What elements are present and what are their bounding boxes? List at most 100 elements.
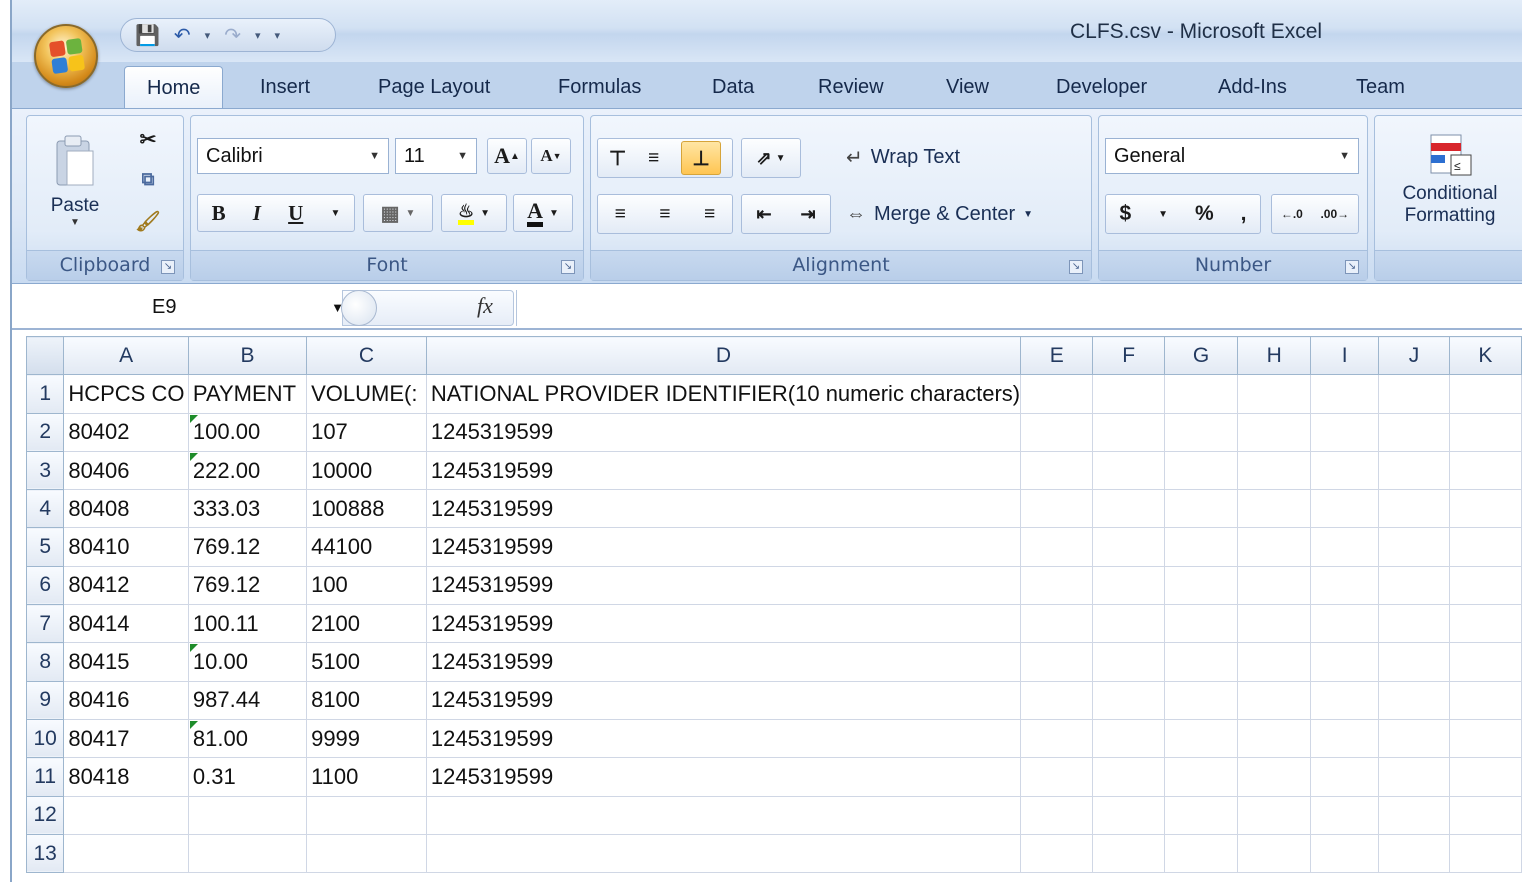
cell-g8[interactable] xyxy=(1163,642,1239,682)
cell-h6[interactable] xyxy=(1237,565,1312,606)
cell-b9[interactable]: 987.44 xyxy=(187,680,308,720)
cell-i13[interactable] xyxy=(1310,833,1380,874)
cell-h10[interactable] xyxy=(1237,718,1312,759)
formula-bar-resize-handle[interactable] xyxy=(341,290,377,326)
cell-e10[interactable] xyxy=(1020,718,1094,759)
cell-k2[interactable] xyxy=(1448,412,1522,452)
align-left-icon[interactable]: ≡ xyxy=(615,203,626,226)
cell-e3[interactable] xyxy=(1020,450,1094,491)
decrease-decimal-icon[interactable]: .00→ xyxy=(1320,207,1349,221)
cell-e4[interactable] xyxy=(1020,489,1094,529)
cell-d7[interactable]: 1245319599 xyxy=(425,604,1022,644)
cell-c9[interactable]: 8100 xyxy=(306,680,427,720)
cell-k9[interactable] xyxy=(1448,680,1522,720)
tab-data[interactable]: Data xyxy=(712,76,754,99)
cell-i10[interactable] xyxy=(1310,718,1380,759)
cell-e6[interactable] xyxy=(1020,565,1094,606)
save-icon[interactable]: 💾 xyxy=(135,25,160,45)
cell-k12[interactable] xyxy=(1448,795,1522,835)
comma-button[interactable]: , xyxy=(1241,202,1247,226)
cell-g11[interactable] xyxy=(1163,757,1239,797)
cell-i4[interactable] xyxy=(1310,489,1380,529)
cell-h3[interactable] xyxy=(1237,450,1312,491)
cell-f1[interactable] xyxy=(1092,374,1165,414)
merge-center-button[interactable]: ⇔ Merge & Center ▼ xyxy=(845,194,1085,234)
cell-f5[interactable] xyxy=(1092,527,1165,567)
cell-f7[interactable] xyxy=(1092,604,1165,644)
column-header-e[interactable]: E xyxy=(1020,335,1094,376)
cell-c12[interactable] xyxy=(306,795,427,835)
cell-i7[interactable] xyxy=(1310,604,1380,644)
cell-j8[interactable] xyxy=(1378,642,1450,682)
cell-c8[interactable]: 5100 xyxy=(306,642,427,682)
cell-i2[interactable] xyxy=(1310,412,1380,452)
cell-f13[interactable] xyxy=(1092,833,1165,874)
column-header-g[interactable]: G xyxy=(1163,335,1239,376)
cell-b8[interactable]: 10.00 xyxy=(187,642,308,682)
cell-k11[interactable] xyxy=(1448,757,1522,797)
cell-a4[interactable]: 80408 xyxy=(63,489,189,529)
cell-j3[interactable] xyxy=(1378,450,1450,491)
cell-i8[interactable] xyxy=(1310,642,1380,682)
row-header[interactable]: 8 xyxy=(25,642,65,682)
tab-review[interactable]: Review xyxy=(818,76,884,99)
cell-b2[interactable]: 100.00 xyxy=(187,412,308,452)
row-header[interactable]: 11 xyxy=(25,757,65,797)
format-painter-icon[interactable]: 🖌 xyxy=(131,204,165,238)
cell-e12[interactable] xyxy=(1020,795,1094,835)
cell-e1[interactable] xyxy=(1020,374,1094,414)
cell-b11[interactable]: 0.31 xyxy=(187,757,308,797)
increase-decimal-icon[interactable]: ←.0 xyxy=(1281,207,1303,221)
cell-b13[interactable] xyxy=(187,833,308,874)
font-name-combo[interactable]: Calibri ▼ xyxy=(197,138,389,174)
decrease-indent-icon[interactable]: ⇤ xyxy=(756,204,771,225)
tab-home[interactable]: Home xyxy=(124,66,224,112)
cell-i5[interactable] xyxy=(1310,527,1380,567)
cell-k10[interactable] xyxy=(1448,718,1522,759)
cell-c11[interactable]: 1100 xyxy=(306,757,427,797)
undo-icon[interactable]: ↶ xyxy=(174,25,191,45)
cell-i6[interactable] xyxy=(1310,565,1380,606)
font-name-dropdown-icon[interactable]: ▼ xyxy=(369,150,380,162)
cell-c13[interactable] xyxy=(306,833,427,874)
bold-button[interactable]: B xyxy=(212,201,226,226)
cell-g3[interactable] xyxy=(1163,450,1239,491)
merge-dropdown-icon[interactable]: ▼ xyxy=(1023,209,1033,220)
underline-button[interactable]: U xyxy=(288,201,303,226)
cell-e7[interactable] xyxy=(1020,604,1094,644)
cell-g6[interactable] xyxy=(1163,565,1239,606)
cell-d5[interactable]: 1245319599 xyxy=(425,527,1022,567)
paste-button[interactable]: Paste ▼ xyxy=(35,122,115,238)
row-header[interactable]: 7 xyxy=(25,604,65,644)
cell-h4[interactable] xyxy=(1237,489,1312,529)
middle-align-icon[interactable]: ≡ xyxy=(648,147,659,170)
select-all-button[interactable] xyxy=(25,335,65,376)
row-header[interactable]: 10 xyxy=(25,718,65,759)
redo-dropdown-icon[interactable]: ▾ xyxy=(255,29,261,42)
number-launcher-icon[interactable]: ↘ xyxy=(1345,260,1359,274)
underline-dropdown-icon[interactable]: ▼ xyxy=(330,208,340,219)
cell-f8[interactable] xyxy=(1092,642,1165,682)
cell-d9[interactable]: 1245319599 xyxy=(425,680,1022,720)
cell-k6[interactable] xyxy=(1448,565,1522,606)
borders-button[interactable]: ▦ ▼ xyxy=(363,194,433,232)
undo-dropdown-icon[interactable]: ▾ xyxy=(205,29,211,42)
cell-d6[interactable]: 1245319599 xyxy=(425,565,1022,606)
cell-f4[interactable] xyxy=(1092,489,1165,529)
cell-c4[interactable]: 100888 xyxy=(306,489,427,529)
column-header-j[interactable]: J xyxy=(1378,335,1450,376)
cell-k3[interactable] xyxy=(1448,450,1522,491)
font-size-dropdown-icon[interactable]: ▼ xyxy=(457,150,468,162)
row-header[interactable]: 4 xyxy=(25,489,65,529)
cell-j7[interactable] xyxy=(1378,604,1450,644)
grow-font-button[interactable]: A ▲ xyxy=(487,138,527,174)
redo-icon[interactable]: ↷ xyxy=(224,25,241,45)
cell-h11[interactable] xyxy=(1237,757,1312,797)
row-header[interactable]: 3 xyxy=(25,450,65,491)
cell-k13[interactable] xyxy=(1448,833,1522,874)
alignment-launcher-icon[interactable]: ↘ xyxy=(1069,260,1083,274)
font-color-button[interactable]: A ▼ xyxy=(513,194,573,232)
cell-e9[interactable] xyxy=(1020,680,1094,720)
cell-g5[interactable] xyxy=(1163,527,1239,567)
cell-h9[interactable] xyxy=(1237,680,1312,720)
